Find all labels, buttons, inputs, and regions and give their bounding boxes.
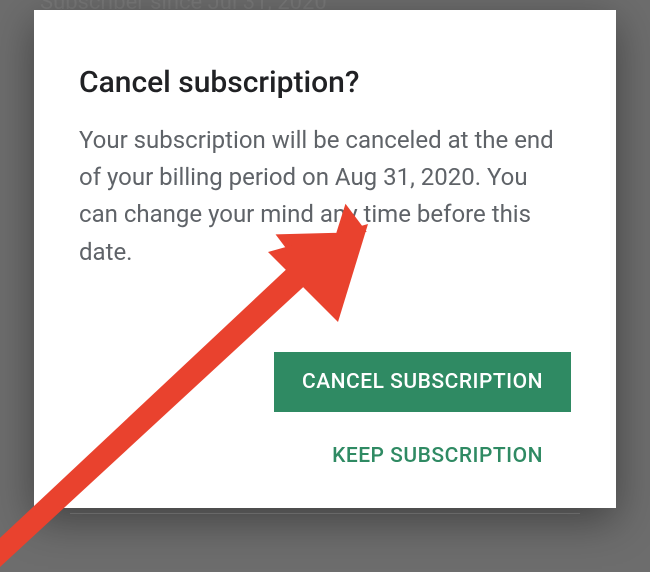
dialog-actions: CANCEL SUBSCRIPTION KEEP SUBSCRIPTION — [79, 352, 571, 468]
cancel-subscription-dialog: Cancel subscription? Your subscription w… — [34, 10, 616, 508]
background-divider — [70, 513, 580, 514]
dialog-body-text: Your subscription will be canceled at th… — [79, 122, 571, 271]
keep-subscription-button[interactable]: KEEP SUBSCRIPTION — [332, 444, 571, 468]
dialog-title: Cancel subscription? — [79, 65, 571, 100]
cancel-subscription-button[interactable]: CANCEL SUBSCRIPTION — [274, 352, 571, 412]
